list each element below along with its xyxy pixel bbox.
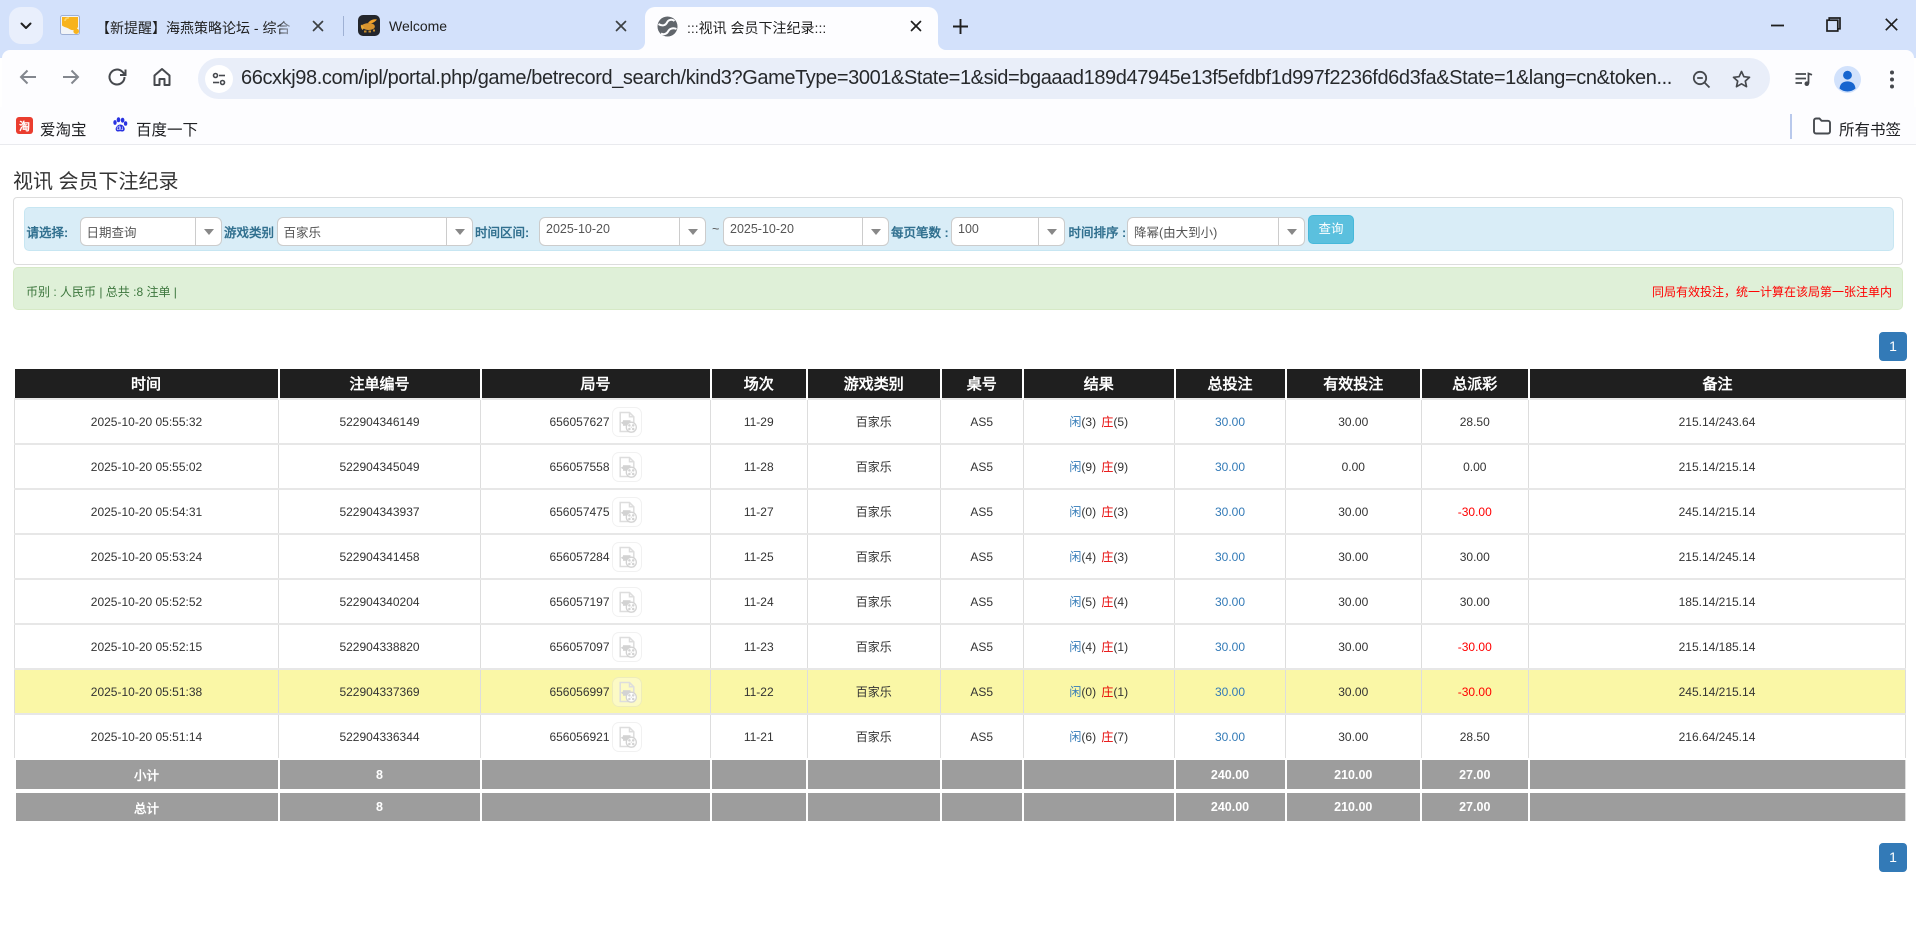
svg-text:淘: 淘 xyxy=(19,119,30,133)
svg-text:du: du xyxy=(117,126,124,132)
